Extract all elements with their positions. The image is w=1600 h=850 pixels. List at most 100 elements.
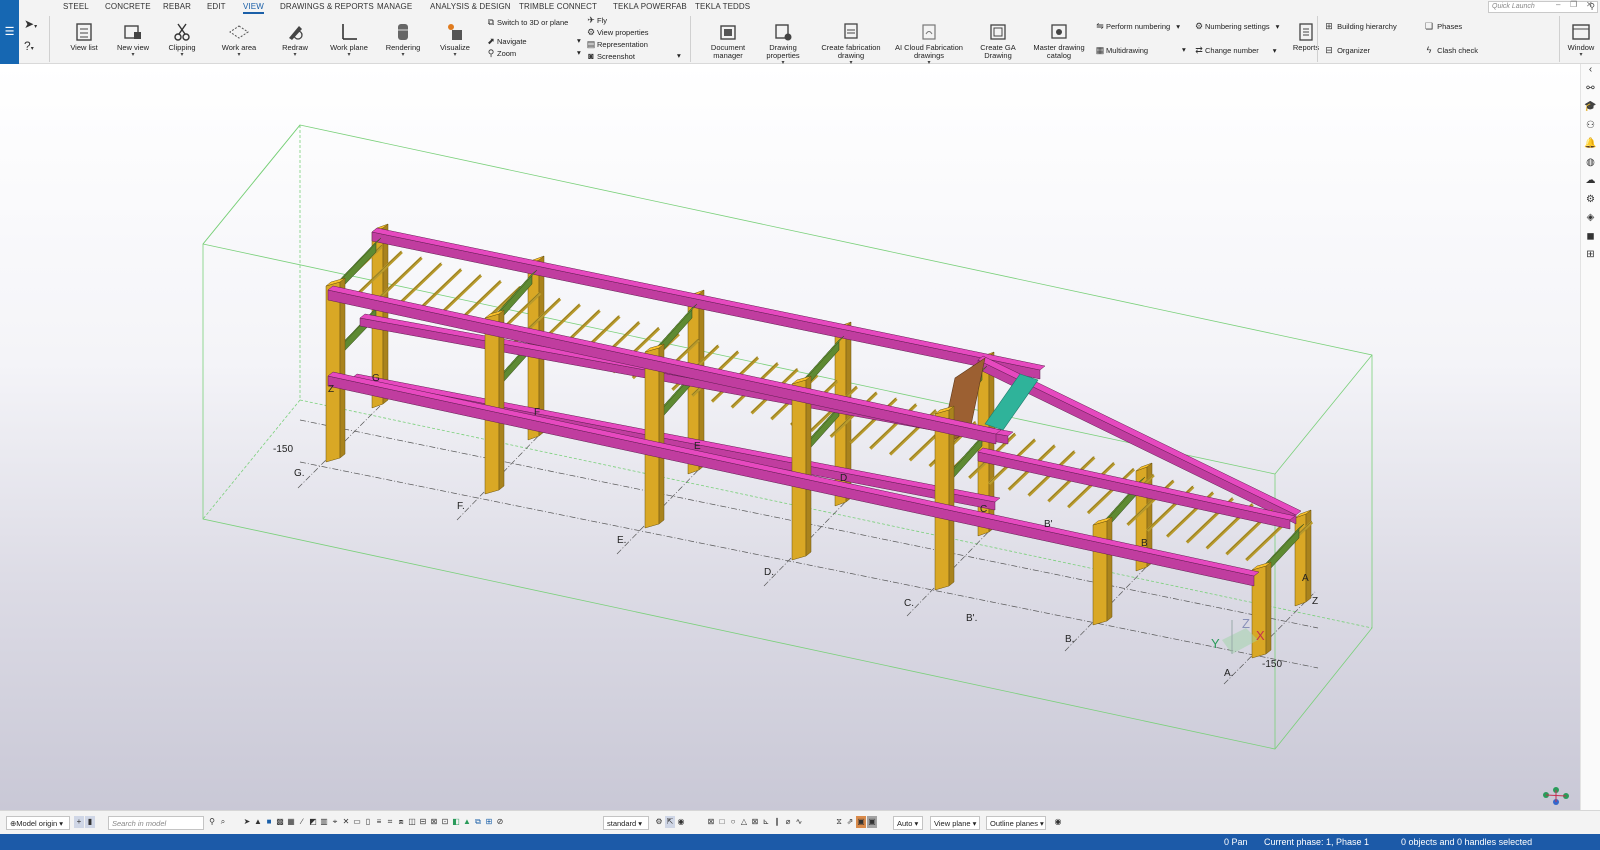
select-points-icon[interactable]: ✕ <box>341 816 351 828</box>
multidrawing-button[interactable]: ▦ Multidrawing <box>1094 44 1148 56</box>
app-menu-button[interactable]: ☰ <box>0 0 19 64</box>
clash-check-button[interactable]: ϟ Clash check <box>1423 44 1478 56</box>
zoom-button[interactable]: ⚲ Zoom <box>485 47 516 59</box>
select-pour-icon[interactable]: ⧈ <box>396 816 406 828</box>
create-ga-drawing-button[interactable]: Create GA Drawing <box>977 14 1019 64</box>
model-3d-view[interactable]: G. F. E. D. C. B'. B. A. G F E D C B' B A -150 -150 Z Z Y Z… <box>0 64 1580 810</box>
redraw-button[interactable]: Redraw ▾ <box>275 14 315 64</box>
document-manager-button[interactable]: Document manager <box>703 14 753 64</box>
visibility-icon[interactable]: ◉ <box>676 816 686 828</box>
perform-numbering-button[interactable]: ⇋ Perform numbering ▾ <box>1094 20 1180 32</box>
select-sub-icon[interactable]: ⊟ <box>418 816 428 828</box>
tab-steel[interactable]: STEEL <box>63 0 89 14</box>
select-arrow-icon[interactable]: ➤▾ <box>24 17 46 39</box>
tab-tekla-powerfab[interactable]: TEKLA POWERFAB <box>613 0 687 14</box>
view-plane-select[interactable]: View plane ▾ <box>930 816 980 830</box>
quick-launch-input[interactable]: Quick Launch ⚲ <box>1488 1 1598 13</box>
select-green-icon[interactable]: ◧ <box>451 816 461 828</box>
notifications-icon[interactable]: 🔔 <box>1581 138 1600 157</box>
snap-grid-icon[interactable]: + <box>74 816 84 828</box>
select-last-icon[interactable]: ⊘ <box>495 816 505 828</box>
tab-concrete[interactable]: CONCRETE <box>105 0 151 14</box>
select-surface-icon[interactable]: ⌗ <box>385 816 395 828</box>
snap-extension-icon[interactable]: ⇗ <box>845 816 855 828</box>
select-welds-icon[interactable]: ∕ <box>297 816 307 828</box>
components-icon[interactable]: ⊞ <box>1581 249 1600 268</box>
select-green2-icon[interactable]: ▲ <box>462 816 472 828</box>
help-icon[interactable]: ?▾ <box>24 39 46 61</box>
new-view-button[interactable]: New view ▾ <box>113 14 153 64</box>
master-drawing-catalog-button[interactable]: Master drawing catalog <box>1031 14 1087 64</box>
select-reference-icon[interactable]: ▯ <box>363 816 373 828</box>
select-filter-icon[interactable]: ⊠ <box>429 816 439 828</box>
status-phase[interactable]: Current phase: 1, Phase 1 <box>1264 834 1369 850</box>
settings-icon[interactable]: ⚙ <box>1581 194 1600 213</box>
select-cuts-icon[interactable]: ◩ <box>308 816 318 828</box>
select-switch-icon[interactable]: ➤ <box>242 816 252 828</box>
rendering-button[interactable]: Rendering ▾ <box>383 14 423 64</box>
work-area-button[interactable]: Work area ▾ <box>217 14 261 64</box>
screenshot-button[interactable]: ◙ Screenshot <box>585 50 635 62</box>
navigate-dropdown-icon[interactable]: ▾ <box>577 35 581 47</box>
snap-ref-icon[interactable]: ⊠ <box>706 816 716 828</box>
drawing-properties-button[interactable]: Drawing properties ▾ <box>759 14 807 66</box>
numbering-settings-button[interactable]: ⚙ Numbering settings ▾ <box>1193 20 1279 32</box>
change-number-button[interactable]: ⇄ Change number ▾ <box>1193 44 1276 56</box>
select-bolts-icon[interactable]: ▦ <box>286 816 296 828</box>
view-navigation-icon[interactable] <box>1543 787 1569 805</box>
building-hierarchy-button[interactable]: ⊞ Building hierarchy <box>1323 20 1397 32</box>
view-list-button[interactable]: View list <box>65 14 103 64</box>
snap-line-icon[interactable]: ⌀ <box>783 816 793 828</box>
phases-button[interactable]: ❏ Phases <box>1423 20 1462 32</box>
tab-edit[interactable]: EDIT <box>207 0 226 14</box>
minimize-icon[interactable]: – <box>1556 0 1560 9</box>
work-plane-button[interactable]: Work plane ▾ <box>328 14 370 64</box>
select-ref-model-icon[interactable]: ⊡ <box>440 816 450 828</box>
clipping-button[interactable]: Clipping ▾ <box>162 14 202 64</box>
snap-parallel-icon[interactable]: ∥ <box>772 816 782 828</box>
tab-view[interactable]: VIEW <box>243 0 264 14</box>
select-assembly-icon[interactable]: ▲ <box>253 816 263 828</box>
collapse-chevron-icon[interactable]: ‹ <box>1581 64 1600 83</box>
filter-settings-icon[interactable]: ⚙ <box>654 816 664 828</box>
search-model-input[interactable]: Search in model <box>108 816 204 830</box>
advanced-search-icon[interactable]: ⌕ <box>218 816 228 828</box>
create-fabrication-drawing-button[interactable]: Create fabrication drawing ▾ <box>819 14 883 66</box>
cloud-icon[interactable]: ☁ <box>1581 175 1600 194</box>
snap-toggle-icon[interactable]: ▮ <box>85 816 95 828</box>
close-icon[interactable]: ✕ <box>1586 0 1593 9</box>
globe-icon[interactable]: ◍ <box>1581 157 1600 176</box>
screenshot-dropdown-icon[interactable]: ▾ <box>677 50 681 62</box>
tab-drawings-reports[interactable]: DRAWINGS & REPORTS <box>280 0 374 14</box>
representation-button[interactable]: ▤ Representation <box>585 38 648 50</box>
select-blue-icon[interactable]: ⧉ <box>473 816 483 828</box>
select-objects-icon[interactable]: ◫ <box>407 816 417 828</box>
select-grids-icon[interactable]: ▥ <box>319 816 329 828</box>
smart-select-icon[interactable]: ⇱ <box>665 816 675 828</box>
multidrawing-dropdown-icon[interactable]: ▾ <box>1182 44 1186 56</box>
connections-icon[interactable]: ⚯ <box>1581 83 1600 102</box>
tab-analysis-design[interactable]: ANALYSIS & DESIGN <box>430 0 511 14</box>
select-planes-icon[interactable]: ▭ <box>352 816 362 828</box>
select-rebar-icon[interactable]: ≡ <box>374 816 384 828</box>
view-properties-button[interactable]: ⚙ View properties <box>585 26 649 38</box>
layers-icon[interactable]: ◈ <box>1581 212 1600 231</box>
organizer-button[interactable]: ⊟ Organizer <box>1323 44 1370 56</box>
tab-rebar[interactable]: REBAR <box>163 0 191 14</box>
select-components-icon[interactable]: ▩ <box>275 816 285 828</box>
snap-triangle-icon[interactable]: △ <box>739 816 749 828</box>
auto-plane-select[interactable]: Auto ▾ <box>893 816 923 830</box>
outline-planes-select[interactable]: Outline planes ▾ <box>986 816 1046 830</box>
tab-trimble-connect[interactable]: TRIMBLE CONNECT <box>519 0 597 14</box>
restore-icon[interactable]: ❐ <box>1570 0 1577 9</box>
window-button[interactable]: Window ▾ <box>1563 14 1599 64</box>
model-viewport[interactable]: G. F. E. D. C. B'. B. A. G F E D C B' B A -150 -150 Z Z Y Z… <box>0 64 1580 810</box>
zoom-dropdown-icon[interactable]: ▾ <box>577 47 581 59</box>
visualize-button[interactable]: Visualize ▾ <box>435 14 475 64</box>
users-icon[interactable]: ⚇ <box>1581 120 1600 139</box>
model-origin-select[interactable]: ⊕Model origin ▾ <box>6 816 70 830</box>
search-icon[interactable]: ⚲ <box>207 816 217 828</box>
switch-3d-button[interactable]: ⧉ Switch to 3D or plane <box>485 16 569 28</box>
select-parts-icon[interactable]: ■ <box>264 816 274 828</box>
tab-manage[interactable]: MANAGE <box>377 0 412 14</box>
